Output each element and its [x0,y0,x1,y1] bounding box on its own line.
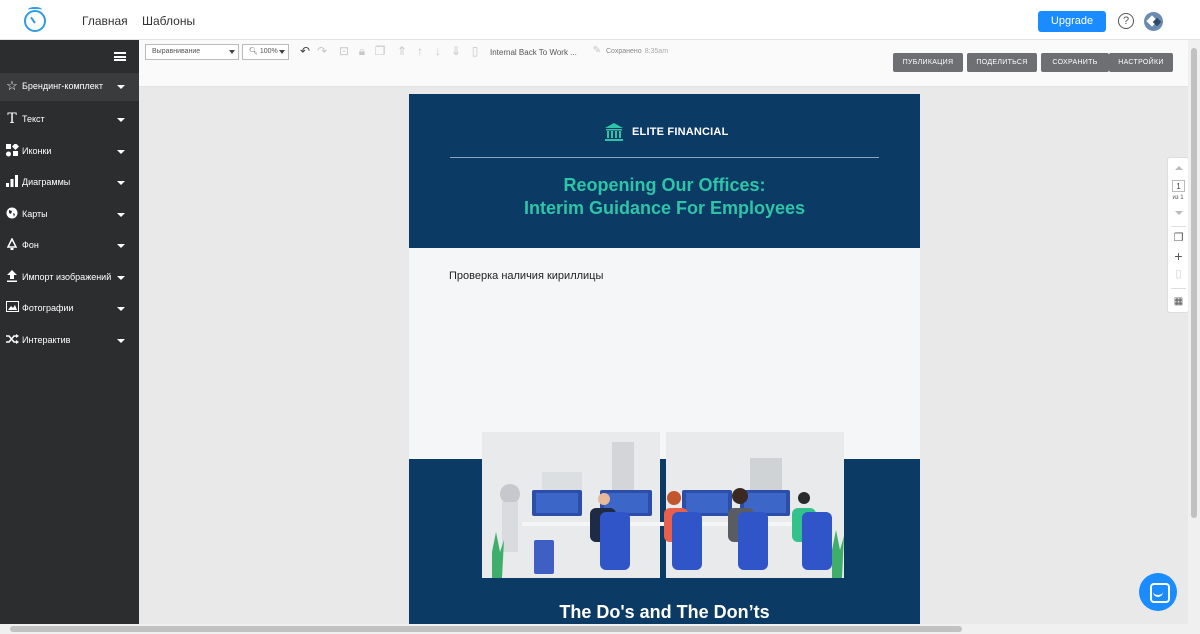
duplicate-icon[interactable]: ❐ [373,44,387,58]
redo-icon[interactable]: ↷ [315,44,329,58]
save-time: 8:35am [644,48,669,55]
title-line-2: Interim Guidance For Employees [523,198,806,218]
sidebar-item-label: Фон [22,240,39,250]
save-status-label: Сохранено [606,48,642,55]
zoom-dropdown[interactable]: 🔍︎ 100% [242,44,289,60]
align-dropdown[interactable]: Выравнивание [145,44,239,60]
lock-icon[interactable]: 🔒︎ [355,44,369,58]
help-icon[interactable]: ? [1118,13,1134,29]
chevron-down-icon [117,118,125,122]
sidebar-item-icons[interactable]: Иконки [0,138,139,166]
sidebar-item-label: Фотографии [22,303,74,313]
chevron-down-icon [117,85,125,89]
brand-name: ELITE FINANCIAL [632,126,729,138]
divider [1171,226,1186,227]
office-workers-illustration[interactable] [482,432,846,580]
upload-icon [5,270,19,284]
page-count: из 1 [1172,195,1184,201]
avatar[interactable] [1144,12,1163,31]
horizontal-scrollbar[interactable] [0,624,1200,634]
align-dropdown-value: Выравнивание [152,48,201,55]
chevron-down-icon [117,339,125,343]
bring-to-front-icon[interactable]: ⇑ [395,44,409,58]
magnifier-icon: 🔍︎ [249,48,258,55]
chevron-down-icon [229,50,235,54]
nav-home-link[interactable]: Главная [82,14,128,28]
shuffle-icon [5,333,19,347]
page-up-icon[interactable] [1175,166,1183,170]
group-icon[interactable]: ⊡ [337,44,351,58]
duplicate-page-icon[interactable]: ❐ [1171,232,1186,245]
edit-name-icon[interactable]: ✎ [590,44,604,58]
vertical-scroll-thumb[interactable] [1191,48,1197,518]
bank-building-icon [605,123,623,141]
infographic-title[interactable]: Reopening Our Offices: Interim Guidance … [409,174,920,220]
trash-icon[interactable]: ▯ [468,44,482,58]
tools-sidebar: ☆ Брендинг-комплект T Текст Иконки Диагр… [0,40,139,634]
delete-page-icon[interactable]: ▯ [1171,268,1186,281]
chevron-down-icon [117,181,125,185]
sidebar-item-label: Импорт изображений [22,272,112,282]
upgrade-button[interactable]: Upgrade [1038,11,1106,32]
paint-bucket-icon [5,237,19,252]
sidebar-item-label: Иконки [22,146,52,156]
sidebar-item-label: Диаграммы [22,177,71,187]
bar-chart-icon [5,175,19,189]
divider-line[interactable] [450,157,879,158]
nav-templates-link[interactable]: Шаблоны [142,14,195,28]
zoom-dropdown-value: 100% [259,48,278,55]
top-navbar: Главная Шаблоны Upgrade ? [0,0,1200,40]
chevron-down-icon [117,150,125,154]
title-line-1: Reopening Our Offices: [563,175,766,195]
globe-icon [5,207,19,221]
sidebar-item-maps[interactable]: Карты [0,201,139,229]
icons-grid-icon [5,142,19,158]
publish-button[interactable]: ПУБЛИКАЦИЯ [893,53,963,72]
sidebar-item-text[interactable]: T Текст [0,106,139,134]
text-icon: T [7,111,17,127]
chevron-down-icon [117,276,125,280]
divider [1171,288,1186,289]
undo-icon[interactable]: ↶ [298,44,312,58]
header-band[interactable]: ELITE FINANCIAL Reopening Our Offices: I… [409,94,920,248]
send-to-back-icon[interactable]: ⇓ [449,44,463,58]
app-logo-icon[interactable] [24,7,46,32]
sidebar-item-label: Текст [22,114,45,124]
sidebar-item-label: Интерактив [22,335,71,345]
sidebar-item-background[interactable]: Фон [0,232,139,260]
sidebar-item-import-images[interactable]: Импорт изображений [0,264,139,292]
page-down-icon[interactable] [1175,211,1183,215]
hamburger-menu-icon[interactable] [114,52,126,61]
share-button[interactable]: ПОДЕЛИТЬСЯ [967,53,1037,72]
body-text-box[interactable]: Проверка наличия кириллицы [449,270,603,282]
chevron-down-icon [279,50,285,54]
page-number-input[interactable]: 1 [1172,180,1185,192]
sidebar-item-label: Карты [22,209,48,219]
star-icon: ☆ [6,78,18,93]
chevron-down-icon [117,307,125,311]
sidebar-item-interactive[interactable]: Интерактив [0,327,139,355]
sidebar-item-photos[interactable]: Фотографии [0,295,139,323]
bring-forward-icon[interactable]: ↑ [413,44,427,58]
page-navigator: 1 из 1 ❐ + ▯ ▦ [1167,157,1189,313]
add-page-icon[interactable]: + [1171,249,1186,263]
sidebar-item-branding[interactable]: ☆ Брендинг-комплект [0,73,139,101]
vertical-scrollbar[interactable] [1188,40,1200,626]
chevron-down-icon [117,213,125,217]
chat-support-icon[interactable] [1139,573,1177,611]
page-grid-icon[interactable]: ▦ [1171,295,1186,308]
send-backward-icon[interactable]: ↓ [431,44,445,58]
design-canvas[interactable]: ELITE FINANCIAL Reopening Our Offices: I… [409,94,920,624]
save-button[interactable]: СОХРАНИТЬ [1041,53,1109,72]
horizontal-scroll-thumb[interactable] [10,626,962,632]
save-status: Сохранено 8:35am [606,48,668,55]
document-name[interactable]: Internal Back To Work ... [490,48,577,57]
photo-icon [5,301,19,315]
chevron-down-icon [117,244,125,248]
editor-toolbar: Выравнивание 🔍︎ 100% ↶ ↷ ⊡ 🔒︎ ❐ ⇑ ↑ ↓ ⇓ … [139,40,1200,87]
sidebar-item-label: Брендинг-комплект [22,81,103,91]
settings-button[interactable]: НАСТРОЙКИ [1109,53,1173,72]
sidebar-item-charts[interactable]: Диаграммы [0,169,139,197]
section-title[interactable]: The Do's and The Don’ts [409,602,920,623]
